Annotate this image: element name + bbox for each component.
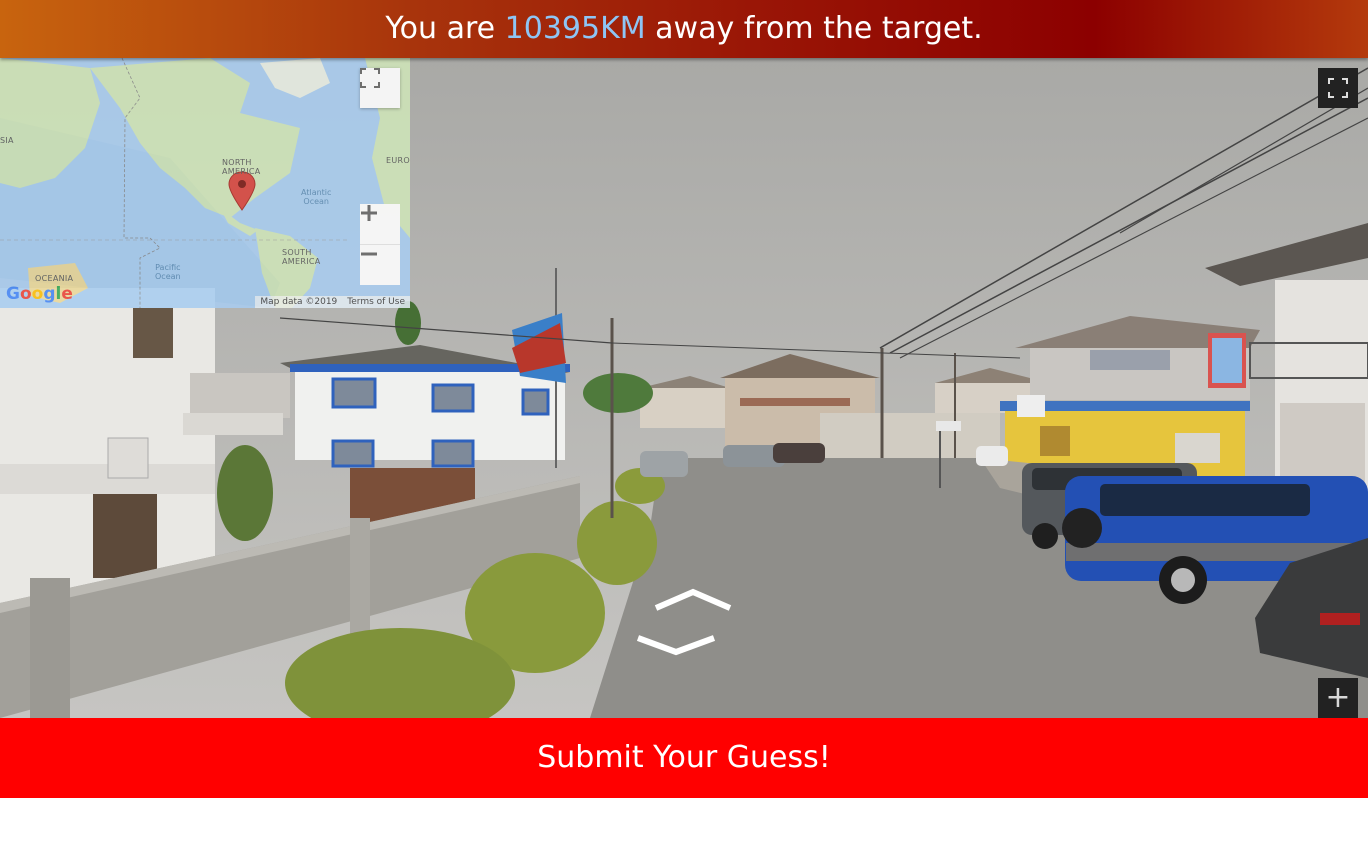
label-south-america: SOUTH AMERICA (282, 248, 321, 266)
distance-value: 10395KM (504, 11, 646, 46)
banner-suffix: away from the target. (645, 11, 983, 46)
chevron-down-icon[interactable] (634, 634, 718, 660)
chevron-up-icon[interactable] (652, 588, 734, 614)
map-data-text: Map data ©2019 (260, 297, 338, 307)
map-fullscreen-button[interactable] (360, 68, 400, 108)
label-europe: EURO (386, 156, 410, 165)
map-attribution: Map data ©2019 Terms of Use (255, 296, 410, 308)
submit-guess-button[interactable]: Submit Your Guess! (0, 718, 1368, 798)
map-zoom-out-button[interactable] (360, 245, 400, 285)
map-zoom-in-button[interactable] (360, 204, 400, 245)
label-atlantic-ocean: Atlantic Ocean (301, 188, 332, 206)
label-asia: SIA (0, 136, 14, 145)
terms-of-use-link[interactable]: Terms of Use (347, 297, 405, 307)
label-oceania: OCEANIA (35, 274, 74, 283)
banner-prefix: You are (385, 11, 505, 46)
minus-icon (361, 252, 377, 256)
label-pacific-ocean: Pacific Ocean (155, 263, 181, 281)
distance-banner: You are 10395KM away from the target. (0, 0, 1368, 58)
fullscreen-icon (360, 68, 380, 88)
google-logo: Google (6, 284, 73, 304)
fullscreen-icon (1328, 78, 1348, 98)
street-view-zoom-button[interactable]: + (1318, 678, 1358, 718)
map-canvas (0, 58, 410, 308)
mini-map[interactable]: NORTH AMERICA SOUTH AMERICA OCEANIA EURO… (0, 58, 410, 308)
street-view-fullscreen-button[interactable] (1318, 68, 1358, 108)
label-north-america: NORTH AMERICA (222, 158, 261, 176)
plus-icon (361, 205, 377, 221)
